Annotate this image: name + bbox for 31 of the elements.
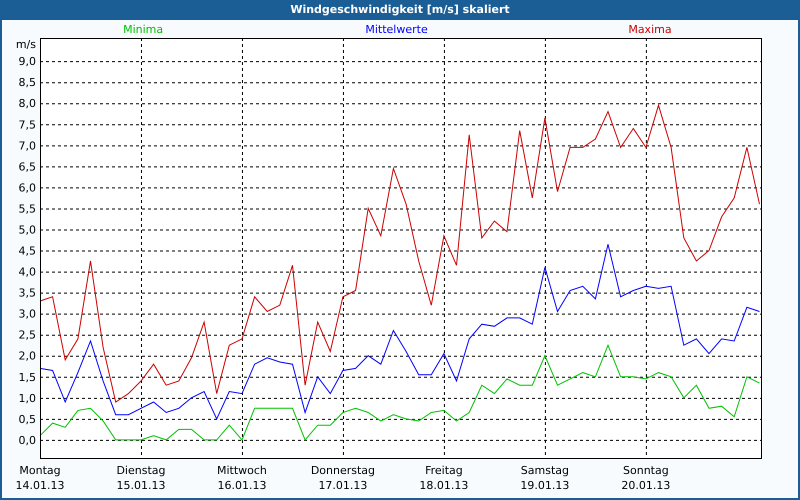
window-title: Windgeschwindigkeit [m/s] skaliert xyxy=(2,0,798,20)
y-tick-label: 7,5 xyxy=(18,118,36,132)
y-tick-label: 5,0 xyxy=(18,223,36,236)
x-tick-label: Montag 14.01.13 xyxy=(16,464,64,492)
y-tick-label: 1,5 xyxy=(18,370,36,384)
y-tick-label: 0,0 xyxy=(18,434,36,447)
y-tick-label: 2,5 xyxy=(18,328,36,342)
y-tick-label: 4,5 xyxy=(18,244,36,258)
x-tick-label: Freitag 18.01.13 xyxy=(419,464,468,492)
legend-label: Maxima xyxy=(628,23,672,36)
y-tick-label: 7,0 xyxy=(18,139,36,152)
y-tick-label: 6,0 xyxy=(18,181,36,194)
y-tick-label: 0,5 xyxy=(18,412,36,426)
y-tick-label: 3,0 xyxy=(18,308,36,321)
x-tick-label: Sonntag 20.01.13 xyxy=(621,464,670,492)
y-tick-label: 3,5 xyxy=(18,286,36,300)
y-tick-label: 1,0 xyxy=(18,392,36,405)
legend-label: Mittelwerte xyxy=(365,23,428,36)
y-tick-label: 2,0 xyxy=(18,350,36,363)
x-tick-label: Mittwoch 16.01.13 xyxy=(217,464,267,492)
x-tick-label: Samstag 19.01.13 xyxy=(520,464,570,492)
y-tick-label: 5,5 xyxy=(18,202,36,216)
y-axis-unit: m/s xyxy=(16,38,36,51)
x-tick-label: Dienstag 15.01.13 xyxy=(116,464,166,492)
y-tick-label: 8,0 xyxy=(18,97,36,110)
y-tick-label: 8,5 xyxy=(18,76,36,90)
x-tick-label: Donnerstag 17.01.13 xyxy=(310,464,376,492)
y-tick-label: 9,0 xyxy=(18,55,36,68)
y-tick-label: 4,0 xyxy=(18,266,36,279)
y-tick-label: 6,5 xyxy=(18,160,36,174)
legend-label: Minima xyxy=(123,23,164,36)
